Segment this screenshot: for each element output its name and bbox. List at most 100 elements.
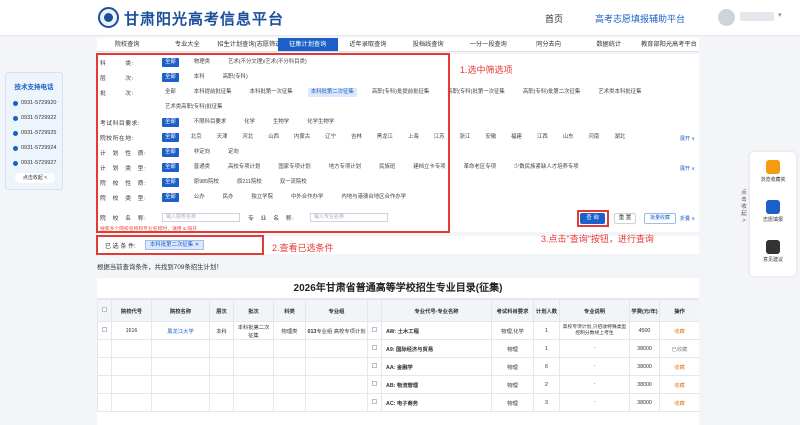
favorite-action[interactable]: 收藏 [659,321,699,340]
filter-option[interactable]: 民族班 [376,163,398,172]
school-name-link[interactable] [151,393,210,412]
tab-7[interactable]: 同分去向 [518,38,578,51]
filter-option[interactable]: 黑龙江 [374,133,396,142]
select-all-checkbox[interactable] [102,307,107,312]
filter-collapse-button[interactable]: 折叠 ∧ [680,215,695,222]
site-title[interactable]: 甘肃阳光高考信息平台 [124,8,284,29]
filter-option[interactable]: 吉林 [348,133,365,142]
filter-option[interactable]: 浙江 [457,133,474,142]
batch-favorite-button[interactable]: 批量收藏 [644,213,676,224]
favorite-action[interactable]: 收藏 [659,393,699,412]
nav-home-link[interactable]: 首页 [545,12,563,25]
filter-option[interactable]: 国家专项计划 [275,163,313,172]
filter-option[interactable]: 民办 [220,193,237,202]
filter-option[interactable]: 本科 [191,73,208,82]
filter-option[interactable]: 本科提前批征集 [191,88,235,97]
major-checkbox[interactable] [372,345,377,350]
filter-option[interactable]: 河北 [239,133,256,142]
tab-9[interactable]: 教育部阳光高考平台 [639,38,699,51]
filter-option[interactable]: 江西 [534,133,551,142]
filter-option[interactable]: 安徽 [482,133,499,142]
right-sidebar-item[interactable]: 志愿填报 [750,200,796,223]
filter-option[interactable]: 山东 [560,133,577,142]
filter-expand-button[interactable]: 展开 ∨ [680,135,695,142]
filter-option[interactable]: 全部 [162,58,179,67]
user-avatar[interactable] [718,9,735,26]
filter-option[interactable]: 本科批第一次征集 [247,88,296,97]
filter-option[interactable]: 高校专项计划 [225,163,263,172]
support-collapse-button[interactable]: 点击收起 < [15,173,55,183]
filter-option[interactable]: 全部 [162,133,179,142]
major-checkbox[interactable] [372,363,377,368]
tab-1[interactable]: 专业大全 [157,38,217,51]
query-button[interactable]: 查 询 [580,213,605,224]
filter-option[interactable]: 普通类 [191,163,213,172]
filter-option[interactable]: 内地与港澳台地区合作办学 [338,193,409,202]
filter-option[interactable]: 北京 [188,133,205,142]
selected-condition-tag[interactable]: 本科批第二次征集 ✕ [145,240,205,250]
filter-option[interactable]: 全部 [162,178,179,187]
reset-button[interactable]: 重 置 [614,213,636,224]
chevron-down-icon[interactable]: ▾ [778,11,782,19]
tab-8[interactable]: 数据统计 [579,38,639,51]
major-name-input[interactable]: 输入专业名称 [310,212,388,222]
tab-2[interactable]: 招生计划查询(志愿筛选) [217,38,277,51]
filter-option[interactable]: 不限科目要求 [191,118,229,127]
filter-option[interactable]: 物理类 [191,58,213,67]
major-checkbox[interactable] [372,327,377,332]
favorite-action[interactable]: 已收藏 [659,339,699,358]
filter-option[interactable]: 少数民族紧缺人才培养专项 [511,163,582,172]
filter-option[interactable]: 辽宁 [322,133,339,142]
filter-option[interactable]: 本科批第二次征集 [307,88,357,97]
filter-option[interactable]: 内蒙古 [291,133,313,142]
filter-option[interactable]: 艺术类高职(专科)批征集 [162,103,226,112]
filter-option[interactable]: 江苏 [431,133,448,142]
right-sidebar-item[interactable]: 意见建议 [750,240,796,263]
filter-option[interactable]: 全部 [162,88,179,97]
tab-3[interactable]: 征集计划查询 [277,38,338,51]
tab-6[interactable]: 一分一段查询 [458,38,518,51]
filter-option[interactable]: 艺术(不分文理)/艺术(不分科目类) [225,58,310,67]
filter-option[interactable]: 全部 [162,163,179,172]
site-logo-icon[interactable] [98,7,119,28]
filter-option[interactable]: 原985院校 [191,178,222,187]
filter-option[interactable]: 建档立卡专项 [410,163,448,172]
filter-option[interactable]: 全部 [162,148,179,157]
filter-option[interactable]: 原211院校 [234,178,265,187]
school-name-input[interactable]: 输入院校名称 [162,212,240,222]
filter-option[interactable]: 高职(专科)批第一次征集 [444,88,508,97]
filter-option[interactable]: 非定向 [191,148,213,157]
filter-option[interactable]: 艺术类本科批征集 [595,88,644,97]
filter-expand-button[interactable]: 展开 ∨ [680,165,695,172]
user-name-redacted[interactable] [740,12,774,21]
filter-option[interactable]: 革命老区专项 [461,163,499,172]
filter-option[interactable]: 天津 [214,133,231,142]
row-checkbox[interactable] [102,327,107,332]
filter-option[interactable]: 山西 [265,133,282,142]
right-sidebar-item[interactable]: 浏览收藏夹 [750,160,796,183]
favorite-action[interactable]: 收藏 [659,375,699,394]
filter-option[interactable]: 化学生物学 [304,118,337,127]
favorite-action[interactable]: 收藏 [659,357,699,376]
filter-option[interactable]: 生物学 [270,118,292,127]
filter-option[interactable]: 双一流院校 [277,178,310,187]
filter-option[interactable]: 全部 [162,193,179,202]
major-checkbox[interactable] [372,381,377,386]
filter-option[interactable]: 化学 [241,118,258,127]
filter-option[interactable]: 全部 [162,73,179,82]
filter-option[interactable]: 河南 [586,133,603,142]
nav-assist-platform-link[interactable]: 高考志愿填报辅助平台 [595,12,685,25]
filter-option[interactable]: 高职(专科)批第二次征集 [520,88,584,97]
filter-option[interactable]: 上海 [405,133,422,142]
filter-option[interactable]: 全部 [162,118,179,127]
filter-option[interactable]: 公办 [191,193,208,202]
filter-option[interactable]: 高职(专科)批提前批征集 [369,88,433,97]
tab-4[interactable]: 近年录取查询 [338,38,398,51]
school-name-link[interactable] [151,357,210,376]
filter-option[interactable]: 中外合作办学 [288,193,326,202]
major-checkbox[interactable] [372,399,377,404]
tab-0[interactable]: 院校查询 [97,38,157,51]
filter-option[interactable]: 地方专项计划 [326,163,364,172]
school-name-link[interactable]: 黑龙江大学 [151,321,210,340]
right-sidebar-collapse[interactable]: 点击收起 > [740,190,748,225]
